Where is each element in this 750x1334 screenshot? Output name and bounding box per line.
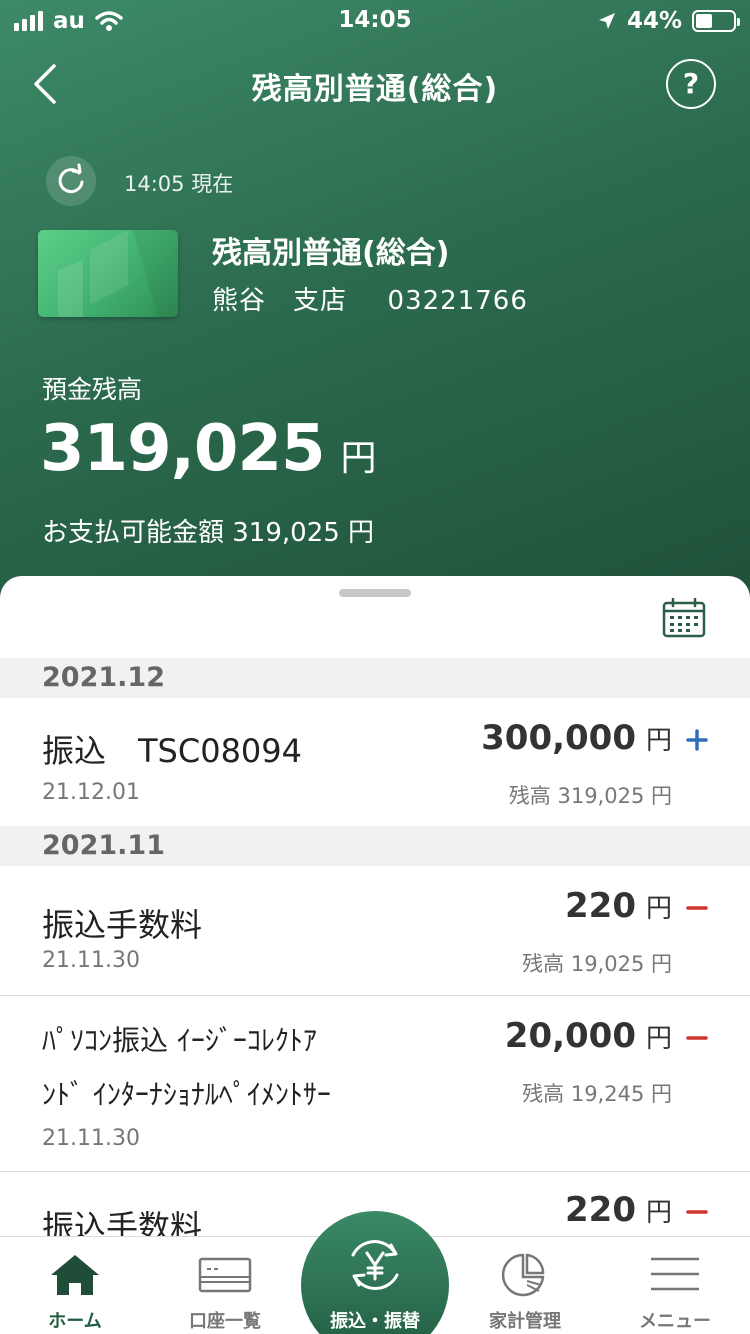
tab-label: 口座一覧 — [189, 1311, 261, 1332]
account-number: 03221766 — [387, 286, 528, 316]
pie-chart-icon — [501, 1253, 545, 1297]
amount-unit: 円 — [645, 726, 672, 756]
yen-exchange-icon — [351, 1240, 399, 1290]
hamburger-menu-icon — [651, 1257, 699, 1291]
tab-label: メニュー — [639, 1311, 711, 1332]
bank-card-image — [38, 230, 178, 317]
tab-label: ホーム — [48, 1311, 102, 1332]
transaction-date: 21.11.30 — [42, 948, 140, 973]
help-button[interactable]: ? — [666, 59, 716, 109]
available-amount: お支払可能金額 319,025 円 — [42, 518, 375, 548]
transaction-row[interactable]: 振込 TSC08094 21.12.01 300,000 円 残高 319,025… — [0, 698, 750, 826]
battery-icon — [692, 10, 740, 32]
tab-menu[interactable]: メニュー — [600, 1237, 750, 1334]
refresh-icon — [58, 163, 84, 194]
amount-unit: 円 — [645, 894, 672, 924]
balance-unit: 円 — [340, 438, 377, 479]
amount-value: 20,000 — [504, 1016, 636, 1056]
tab-household[interactable]: 家計管理 — [450, 1237, 600, 1334]
tab-home[interactable]: ホーム — [0, 1237, 150, 1334]
transaction-amount: 300,000 円 — [481, 718, 672, 758]
transaction-title: 振込手数料 — [42, 906, 203, 944]
plus-icon — [686, 729, 708, 751]
running-balance: 残高 19,245 円 — [522, 1082, 672, 1106]
status-bar: au 14:05 44% — [0, 0, 750, 40]
battery-level-fill — [696, 14, 712, 28]
tab-label: 振込・振替 — [330, 1311, 420, 1332]
amount-value: 220 — [565, 886, 636, 926]
transaction-title-line-2: ﾝﾄﾞ ｲﾝﾀｰﾅｼｮﾅﾙﾍﾟｲﾒﾝﾄｻｰ — [42, 1078, 331, 1111]
transaction-date: 21.12.01 — [42, 780, 140, 805]
location-arrow-icon — [598, 13, 615, 29]
calendar-button[interactable] — [662, 597, 706, 638]
transaction-amount: 220 円 — [565, 886, 672, 926]
amount-value: 220 — [565, 1190, 636, 1230]
transaction-date: 21.11.30 — [42, 1126, 140, 1151]
amount-unit: 円 — [645, 1198, 672, 1228]
minus-icon — [686, 1210, 708, 1214]
tab-accounts[interactable]: 口座一覧 — [150, 1237, 300, 1334]
sheet-grabber[interactable] — [339, 589, 411, 597]
tab-bar: ホーム 口座一覧 振込・振替 家計管理 メニュー — [0, 1211, 750, 1334]
amount-value: 300,000 — [481, 718, 636, 758]
home-icon — [51, 1255, 99, 1295]
refresh-button[interactable] — [46, 156, 96, 206]
account-name: 残高別普通(総合) — [212, 236, 450, 271]
transaction-row[interactable]: ﾊﾟｿｺﾝ振込 ｲｰｼﾞｰｺﾚｸﾄｱ ﾝﾄﾞ ｲﾝﾀｰﾅｼｮﾅﾙﾍﾟｲﾒﾝﾄｻｰ… — [0, 996, 750, 1172]
battery-percent: 44% — [626, 8, 682, 34]
account-header: au 14:05 44% 残高別普通(総合) ? 14:05 現在 残高別普通(… — [0, 0, 750, 620]
transaction-row[interactable]: 振込手数料 21.11.30 220 円 残高 19,025 円 — [0, 866, 750, 996]
branch-name: 熊谷 支店 — [212, 286, 348, 316]
transaction-amount: 220 円 — [565, 1190, 672, 1230]
page-title: 残高別普通(総合) — [251, 72, 499, 107]
balance-row: 319,025 円 — [40, 412, 377, 486]
month-header: 2021.11 — [0, 826, 750, 866]
transaction-title-line-1: ﾊﾟｿｺﾝ振込 ｲｰｼﾞｰｺﾚｸﾄｱ — [42, 1024, 317, 1057]
bankbook-icon — [198, 1257, 252, 1293]
running-balance: 残高 19,025 円 — [522, 952, 672, 976]
transaction-title: 振込 TSC08094 — [42, 732, 303, 770]
amount-unit: 円 — [645, 1024, 672, 1054]
running-balance: 残高 319,025 円 — [508, 784, 672, 808]
tab-label: 家計管理 — [489, 1311, 561, 1332]
calendar-icon — [662, 597, 706, 638]
transaction-amount: 20,000 円 — [505, 1016, 672, 1056]
month-header: 2021.12 — [0, 658, 750, 698]
balance-label: 預金残高 — [42, 375, 143, 404]
balance-amount: 319,025 — [40, 412, 325, 486]
account-branch-number: 熊谷 支店 03221766 — [212, 280, 528, 317]
minus-icon — [686, 906, 708, 910]
month-label: 2021.11 — [42, 830, 165, 861]
minus-icon — [686, 1036, 708, 1040]
month-label: 2021.12 — [42, 662, 165, 693]
as-of-time: 14:05 現在 — [124, 172, 234, 196]
